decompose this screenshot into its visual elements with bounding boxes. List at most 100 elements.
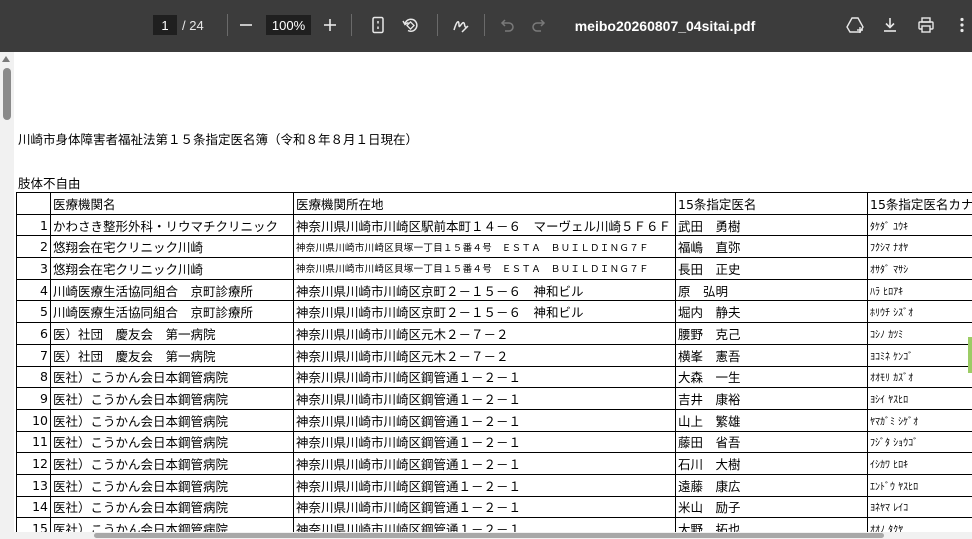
- table-row: 11 医社）こうかん会日本鋼管病院 神奈川県川崎市川崎区鋼管通１－２－１ 藤田 省吾ﾌ…: [16, 430, 972, 454]
- cell-institution: 悠翔会在宅クリニック川崎: [50, 257, 294, 280]
- cell-number: 1: [16, 213, 51, 237]
- table-row: 1 かわさき整形外科・リウマチクリニック 神奈川県川崎市川崎区駅前本町１４－６ マー…: [16, 213, 972, 237]
- pdf-viewer: 川崎市身体障害者福祉法第１５条指定医名簿（令和８年８月１日現在） 肢体不自由 医…: [0, 52, 972, 539]
- cell-doctor: 福嶋 直弥: [675, 235, 868, 259]
- plus-icon: [324, 19, 336, 31]
- cell-institution: 医社）こうかん会日本鋼管病院: [50, 473, 294, 497]
- section-heading: 肢体不自由: [18, 176, 81, 191]
- minus-icon: [240, 24, 252, 26]
- cell-doctor: 米山 励子: [675, 495, 868, 519]
- table-row: 13 医社）こうかん会日本鋼管病院 神奈川県川崎市川崎区鋼管通１－２－１ 遠藤 康広ｴ…: [16, 473, 972, 497]
- horizontal-scroll-thumb[interactable]: [94, 533, 884, 538]
- pdf-toolbar: 1 / 24 100% meibo20260807_04sitai.pdf: [0, 0, 972, 52]
- more-vert-icon: [960, 17, 964, 33]
- zoom-level-input[interactable]: 100%: [266, 15, 311, 35]
- cell-address: 神奈川県川崎市川崎区貝塚一丁目１５番４号 ＥＳＴＡ ＢＵＩＬＤＩＮＧ７Ｆ: [293, 257, 676, 280]
- cell-doctor: 原 弘明: [675, 278, 868, 302]
- page-number-input[interactable]: 1: [153, 15, 177, 35]
- header-doctor: 15条指定医名: [675, 192, 868, 215]
- fit-page-icon: [372, 16, 384, 34]
- table-row: 7 医）社団 慶友会 第一病院 神奈川県川崎市川崎区元木２－７－２ 横峯 憲吾 ﾖｺﾐﾈ…: [16, 343, 972, 367]
- cell-number: 7: [16, 343, 51, 367]
- print-icon: [918, 17, 934, 33]
- print-button[interactable]: [914, 13, 938, 37]
- cell-doctor: 横峯 憲吾: [675, 343, 868, 367]
- cell-institution: 医社）こうかん会日本鋼管病院: [50, 495, 294, 519]
- table-row: 2 悠翔会在宅クリニック川崎 神奈川県川崎市川崎区貝塚一丁目１５番４号 ＥＳＴＡ Ｂ…: [16, 235, 972, 259]
- cell-doctor-kana: ｲｼｶﾜ ﾋﾛｷ: [867, 452, 972, 475]
- cell-address: 神奈川県川崎市川崎区鋼管通１－２－１: [293, 495, 676, 519]
- cell-address: 神奈川県川崎市川崎区鋼管通１－２－１: [293, 452, 676, 475]
- table-row: 8 医社）こうかん会日本鋼管病院 神奈川県川崎市川崎区鋼管通１－２－１ 大森 一生 ｵｵ…: [16, 365, 972, 389]
- cell-doctor-kana: ｵｵﾓﾘ ｶｽﾞｵ: [867, 365, 972, 389]
- table-row: 9 医社）こうかん会日本鋼管病院 神奈川県川崎市川崎区鋼管通１－２－１ 吉井 康裕 ﾖｼ…: [16, 387, 972, 410]
- cell-institution: 医）社団 慶友会 第一病院: [50, 322, 294, 345]
- cell-doctor-kana: ﾀｹﾀﾞ ﾕｳｷ: [867, 213, 972, 237]
- cell-number: 12: [16, 452, 51, 475]
- cell-number: 14: [16, 495, 51, 519]
- zoom-in-button[interactable]: [318, 13, 342, 37]
- header-address: 医療機関所在地: [293, 192, 676, 215]
- table-row: 4 川崎医療生活協同組合 京町診療所 神奈川県川崎市川崎区京町２－１５－６ 神和ビル…: [16, 278, 972, 302]
- toolbar-divider: [484, 14, 485, 36]
- header-institution: 医療機関名: [50, 192, 294, 215]
- table-row: 10 医社）こうかん会日本鋼管病院 神奈川県川崎市川崎区鋼管通１－２－１ 山上 繁雄ﾔ…: [16, 408, 972, 432]
- cell-number: 3: [16, 257, 51, 280]
- page-total-label: / 24: [182, 17, 204, 33]
- toolbar-divider: [227, 14, 228, 36]
- undo-icon: [500, 19, 514, 32]
- table-row: 6 医）社団 慶友会 第一病院 神奈川県川崎市川崎区元木２－７－２ 腰野 克己 ｺｼﾉ …: [16, 322, 972, 345]
- cell-institution: 医社）こうかん会日本鋼管病院: [50, 387, 294, 410]
- cell-address: 神奈川県川崎市川崎区京町２－１５－６ 神和ビル: [293, 300, 676, 324]
- cell-doctor-kana: ﾌｸｼﾏ ﾅｵﾔ: [867, 235, 972, 259]
- cell-institution: 医社）こうかん会日本鋼管病院: [50, 430, 294, 454]
- cell-doctor-kana: ﾌｼﾞﾀ ｼｮｳｺﾞ: [867, 430, 972, 454]
- fit-page-button[interactable]: [366, 13, 390, 37]
- table-row: 5 川崎医療生活協同組合 京町診療所 神奈川県川崎市川崎区京町２－１５－６ 神和ビル…: [16, 300, 972, 324]
- table-header-row: 医療機関名 医療機関所在地 15条指定医名 15条指定医名カナ: [16, 192, 972, 215]
- cell-doctor-kana: ｺｼﾉ ｶﾂﾐ: [867, 322, 972, 345]
- rotate-button[interactable]: [398, 13, 422, 37]
- cell-doctor: 大森 一生: [675, 365, 868, 389]
- undo-button[interactable]: [495, 13, 519, 37]
- save-to-drive-button[interactable]: [843, 13, 867, 37]
- cell-address: 神奈川県川崎市川崎区鋼管通１－２－１: [293, 473, 676, 497]
- cell-institution: 川崎医療生活協同組合 京町診療所: [50, 278, 294, 302]
- cell-address: 神奈川県川崎市川崎区貝塚一丁目１５番４号 ＥＳＴＡ ＢＵＩＬＤＩＮＧ７Ｆ: [293, 235, 676, 259]
- cell-doctor-kana: ﾔﾏｶﾞﾐ ｼｹﾞｵ: [867, 408, 972, 432]
- cell-address: 神奈川県川崎市川崎区駅前本町１４－６ マーヴェル川崎５Ｆ６Ｆ: [293, 213, 676, 237]
- cell-number: 2: [16, 235, 51, 259]
- vertical-scrollbar[interactable]: [0, 52, 14, 539]
- cell-address: 神奈川県川崎市川崎区元木２－７－２: [293, 343, 676, 367]
- cell-doctor: 吉井 康裕: [675, 387, 868, 410]
- annotate-icon: [453, 20, 469, 33]
- cell-doctor-kana: ｵｻﾀﾞ ﾏｻｼ: [867, 257, 972, 280]
- download-icon: [884, 18, 896, 32]
- cell-address: 神奈川県川崎市川崎区鋼管通１－２－１: [293, 365, 676, 389]
- cell-institution: 医）社団 慶友会 第一病院: [50, 343, 294, 367]
- annotate-button[interactable]: [449, 13, 473, 37]
- cell-address: 神奈川県川崎市川崎区鋼管通１－２－１: [293, 408, 676, 432]
- cell-number: 9: [16, 387, 51, 410]
- annotation-marker: [968, 337, 972, 373]
- cell-institution: 川崎医療生活協同組合 京町診療所: [50, 300, 294, 324]
- zoom-out-button[interactable]: [234, 13, 258, 37]
- header-doctor-kana: 15条指定医名カナ: [867, 192, 972, 215]
- cell-institution: 医社）こうかん会日本鋼管病院: [50, 365, 294, 389]
- cell-doctor: 藤田 省吾: [675, 430, 868, 454]
- download-button[interactable]: [878, 13, 902, 37]
- vertical-scroll-thumb[interactable]: [3, 68, 11, 120]
- cell-address: 神奈川県川崎市川崎区鋼管通１－２－１: [293, 387, 676, 410]
- cell-institution: 悠翔会在宅クリニック川崎: [50, 235, 294, 259]
- horizontal-scrollbar[interactable]: [14, 532, 972, 539]
- cell-number: 11: [16, 430, 51, 454]
- cell-doctor-kana: ﾎﾘｳﾁ ｼｽﾞｵ: [867, 300, 972, 324]
- table-row: 3 悠翔会在宅クリニック川崎 神奈川県川崎市川崎区貝塚一丁目１５番４号 ＥＳＴＡ Ｂ…: [16, 257, 972, 280]
- cell-doctor: 堀内 静夫: [675, 300, 868, 324]
- cell-doctor-kana: ﾖｺﾐﾈ ｹﾝｺﾞ: [867, 343, 972, 367]
- more-options-button[interactable]: [950, 13, 972, 37]
- drive-add-icon: [846, 17, 864, 33]
- cell-doctor-kana: ﾖﾈﾔﾏ ﾚｲｺ: [867, 495, 972, 519]
- cell-number: 8: [16, 365, 51, 389]
- scroll-up-arrow-icon[interactable]: [2, 56, 10, 62]
